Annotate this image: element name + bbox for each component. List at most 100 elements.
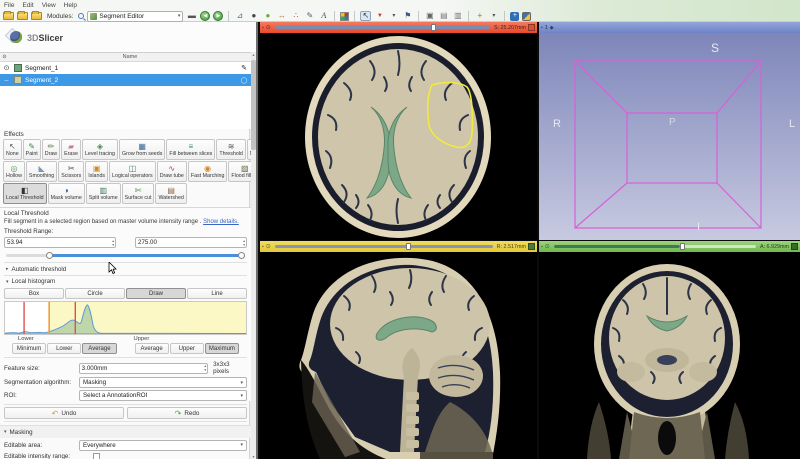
- effect-threshold-button[interactable]: ≋Threshold: [216, 139, 246, 160]
- effect-logical-operators-button[interactable]: ◫Logical operators: [109, 161, 156, 182]
- minimum-button[interactable]: Minimum: [12, 343, 46, 354]
- shape-line-button[interactable]: Line: [187, 288, 247, 299]
- module-history-icon[interactable]: ▬: [186, 11, 197, 21]
- pin-icon[interactable]: ▪: [541, 25, 543, 31]
- eye-open-icon[interactable]: ⊙: [2, 64, 11, 72]
- coronal-slice-slider[interactable]: [552, 243, 758, 250]
- threeD-view[interactable]: ▪ 1 ◆ S R P L I: [539, 22, 800, 240]
- menu-help[interactable]: Help: [64, 2, 77, 9]
- pin-icon[interactable]: ▪: [262, 244, 264, 250]
- slider-handle[interactable]: [680, 243, 685, 250]
- slice-visibility-icon[interactable]: ⊙: [545, 243, 550, 250]
- editable-intensity-checkbox[interactable]: [93, 453, 100, 459]
- threshold-min-spinbox[interactable]: 53.94 ▴▾: [4, 237, 116, 248]
- effect-flood-filling-button[interactable]: ▨Flood filling: [228, 161, 251, 182]
- scrollbar-thumb[interactable]: [251, 60, 256, 150]
- screenshot-icon[interactable]: ▣: [424, 11, 435, 21]
- sagittal-slice-slider[interactable]: [273, 243, 495, 250]
- undo-button[interactable]: ↶ Undo: [4, 407, 124, 419]
- effect-smoothing-button[interactable]: ◣Smoothing: [26, 161, 57, 182]
- threshold-min-value[interactable]: 53.94: [7, 239, 112, 246]
- spinner-arrows[interactable]: ▴▾: [243, 239, 246, 247]
- average-lower-button[interactable]: Average: [82, 343, 116, 354]
- local-histogram-plot[interactable]: [4, 301, 247, 335]
- view-menu-icon[interactable]: [791, 243, 798, 250]
- segment-1-status-edit-icon[interactable]: ✎: [239, 64, 249, 72]
- effect-grow-from-seeds-button[interactable]: ▦Grow from seeds: [119, 139, 165, 160]
- sagittal-image[interactable]: [260, 252, 537, 459]
- models-module-icon[interactable]: ●: [262, 11, 273, 21]
- ruler-module-icon[interactable]: ⊿: [234, 11, 245, 21]
- segment-row-1[interactable]: ⊙ Segment_1 ✎: [0, 62, 251, 74]
- place-fiducial-icon[interactable]: ▼: [374, 11, 385, 21]
- transforms-module-icon[interactable]: ↔: [276, 11, 287, 21]
- shape-draw-button[interactable]: Draw: [126, 288, 186, 299]
- menu-edit[interactable]: Edit: [22, 2, 33, 9]
- flag-icon[interactable]: ⚑: [402, 11, 413, 21]
- average-upper-button[interactable]: Average: [135, 343, 169, 354]
- slider-handle[interactable]: [431, 24, 436, 31]
- module-selector[interactable]: Segment Editor ▾: [87, 11, 183, 22]
- spinner-arrows[interactable]: ▴▾: [112, 239, 115, 247]
- scroll-up-icon[interactable]: ▴: [250, 52, 257, 57]
- automatic-threshold-collapse[interactable]: ▸ Automatic threshold: [4, 262, 247, 275]
- axial-slice-view[interactable]: ▪ ⊙ S: 25.207mm: [260, 22, 537, 240]
- segment-2-status-icon[interactable]: ◯: [239, 77, 249, 84]
- effect-islands-button[interactable]: ▣Islands: [85, 161, 108, 182]
- effect-erase-button[interactable]: ▰Erase: [61, 139, 81, 160]
- segmentation-algorithm-dropdown[interactable]: Masking ▾: [79, 377, 247, 388]
- lower-button[interactable]: Lower: [47, 343, 81, 354]
- volumes-module-icon[interactable]: ●: [248, 11, 259, 21]
- extensions-manager-icon[interactable]: +: [510, 12, 519, 21]
- editor-module-icon[interactable]: A: [318, 11, 329, 21]
- effect-margin-button[interactable]: ⊕Margin: [247, 139, 251, 160]
- markups-module-icon[interactable]: ∴: [290, 11, 301, 21]
- crosshair-dropdown-icon[interactable]: ▾: [488, 11, 499, 21]
- threshold-range-slider[interactable]: [6, 251, 245, 259]
- axial-slice-slider[interactable]: [273, 24, 492, 31]
- menu-view[interactable]: View: [42, 2, 56, 9]
- effect-paint-button[interactable]: ✎Paint: [23, 139, 41, 160]
- spinner-arrows[interactable]: ▴▾: [204, 364, 207, 372]
- masking-collapse[interactable]: ▾ Masking: [0, 425, 251, 438]
- menu-file[interactable]: File: [4, 2, 14, 9]
- view-menu-icon[interactable]: [528, 24, 535, 31]
- shape-box-button[interactable]: Box: [4, 288, 64, 299]
- view-menu-icon[interactable]: [528, 243, 535, 250]
- effect-draw-button[interactable]: ✏Draw: [42, 139, 60, 160]
- threshold-max-value[interactable]: 275.00: [138, 239, 243, 246]
- eye-closed-icon[interactable]: –: [2, 77, 11, 84]
- center-view-icon[interactable]: ◆: [550, 25, 554, 31]
- show-details-link[interactable]: Show details.: [203, 219, 239, 225]
- slice-visibility-icon[interactable]: ⊙: [266, 24, 271, 31]
- module-back-button[interactable]: ◀: [200, 11, 210, 21]
- effect-draw-tube-button[interactable]: ∿Draw tube: [157, 161, 187, 182]
- effect-fast-marching-button[interactable]: ◉Fast Marching: [188, 161, 228, 182]
- python-console-icon[interactable]: [522, 12, 531, 21]
- segment-2-color-swatch[interactable]: [14, 76, 22, 84]
- local-histogram-collapse[interactable]: ▾ Local histogram: [4, 275, 247, 288]
- effect-fill-between-slices-button[interactable]: ≡Fill between slices: [166, 139, 215, 160]
- coronal-slice-view[interactable]: ▪ ⊙ A: 6.929mm: [539, 241, 800, 459]
- editable-area-dropdown[interactable]: Everywhere ▾: [79, 440, 247, 451]
- feature-size-value[interactable]: 3.000mm: [82, 365, 205, 372]
- coronal-image[interactable]: [539, 252, 800, 459]
- effect-split-volume-button[interactable]: ▥Split volume: [86, 183, 121, 204]
- slider-handle[interactable]: [406, 243, 411, 250]
- effect-surface-cut-button[interactable]: ✄Surface cut: [122, 183, 155, 204]
- effect-hollow-button[interactable]: ◎Hollow: [3, 161, 25, 182]
- place-dropdown-icon[interactable]: ▾: [388, 11, 399, 21]
- annotations-module-icon[interactable]: ✎: [304, 11, 315, 21]
- effect-watershed-button[interactable]: ▤Watershed: [155, 183, 186, 204]
- effect-scissors-button[interactable]: ✂Scissors: [58, 161, 84, 182]
- effect-local-threshold-button[interactable]: ◧Local Threshold: [3, 183, 47, 204]
- module-forward-button[interactable]: ▶: [213, 11, 223, 21]
- effect-mask-volume-button[interactable]: ◑Mask volume: [48, 183, 85, 204]
- redo-button[interactable]: ↷ Redo: [127, 407, 247, 419]
- roi-dropdown[interactable]: Select a AnnotationROI ▾: [79, 390, 247, 401]
- segment-2-name[interactable]: Segment_2: [25, 77, 236, 84]
- crosshair-icon[interactable]: +: [474, 11, 485, 21]
- module-search-icon[interactable]: [78, 13, 84, 19]
- upper-button[interactable]: Upper: [170, 343, 204, 354]
- slider-min-handle[interactable]: [46, 252, 53, 259]
